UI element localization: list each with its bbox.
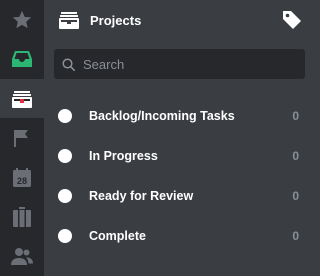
list-item[interactable]: In Progress 0: [44, 136, 315, 176]
sidebar-item-briefcase[interactable]: [0, 197, 44, 236]
sidebar-item-projects[interactable]: [0, 78, 44, 119]
panel-header: Projects: [44, 0, 315, 40]
list-item-count: 0: [292, 149, 299, 163]
status-dot: [58, 189, 72, 203]
list-item-count: 0: [292, 189, 299, 203]
project-list: Backlog/Incoming Tasks 0 In Progress 0 R…: [44, 96, 315, 256]
list-item-count: 0: [292, 229, 299, 243]
sidebar-rail: 28: [0, 0, 44, 276]
list-item[interactable]: Ready for Review 0: [44, 176, 315, 216]
list-item-label: Complete: [89, 229, 146, 243]
search-input[interactable]: [83, 56, 283, 72]
sidebar-item-calendar[interactable]: 28: [0, 158, 44, 197]
list-item[interactable]: Backlog/Incoming Tasks 0: [44, 96, 315, 136]
tag-icon[interactable]: [281, 9, 303, 31]
status-dot: [58, 109, 72, 123]
star-icon: [12, 10, 32, 28]
projects-icon: [12, 90, 32, 108]
projects-panel: Projects Backlog/Incoming Tasks 0 In Pro…: [44, 0, 315, 276]
calendar-icon: 28: [13, 167, 31, 187]
sidebar-item-inbox[interactable]: [0, 39, 44, 78]
status-dot: [58, 229, 72, 243]
app: 28 Projects Backlog/Incoming Tasks: [0, 0, 315, 276]
calendar-day-label: 28: [17, 176, 27, 186]
sidebar-item-starred[interactable]: [0, 0, 44, 39]
list-item[interactable]: Complete 0: [44, 216, 315, 256]
status-dot: [58, 149, 72, 163]
list-item-label: In Progress: [89, 149, 158, 163]
search-icon: [62, 57, 75, 71]
list-item-label: Backlog/Incoming Tasks: [89, 109, 235, 123]
sidebar-item-people[interactable]: [0, 237, 44, 276]
list-item-count: 0: [292, 109, 299, 123]
flag-icon: [14, 129, 28, 147]
briefcase-icon: [13, 206, 31, 227]
sidebar-item-flagged[interactable]: [0, 118, 44, 157]
people-icon: [11, 248, 33, 266]
projects-header-icon: [58, 9, 80, 31]
search-bar: [54, 49, 305, 79]
inbox-icon: [12, 51, 32, 68]
list-item-label: Ready for Review: [89, 189, 194, 203]
page-title: Projects: [90, 12, 142, 28]
